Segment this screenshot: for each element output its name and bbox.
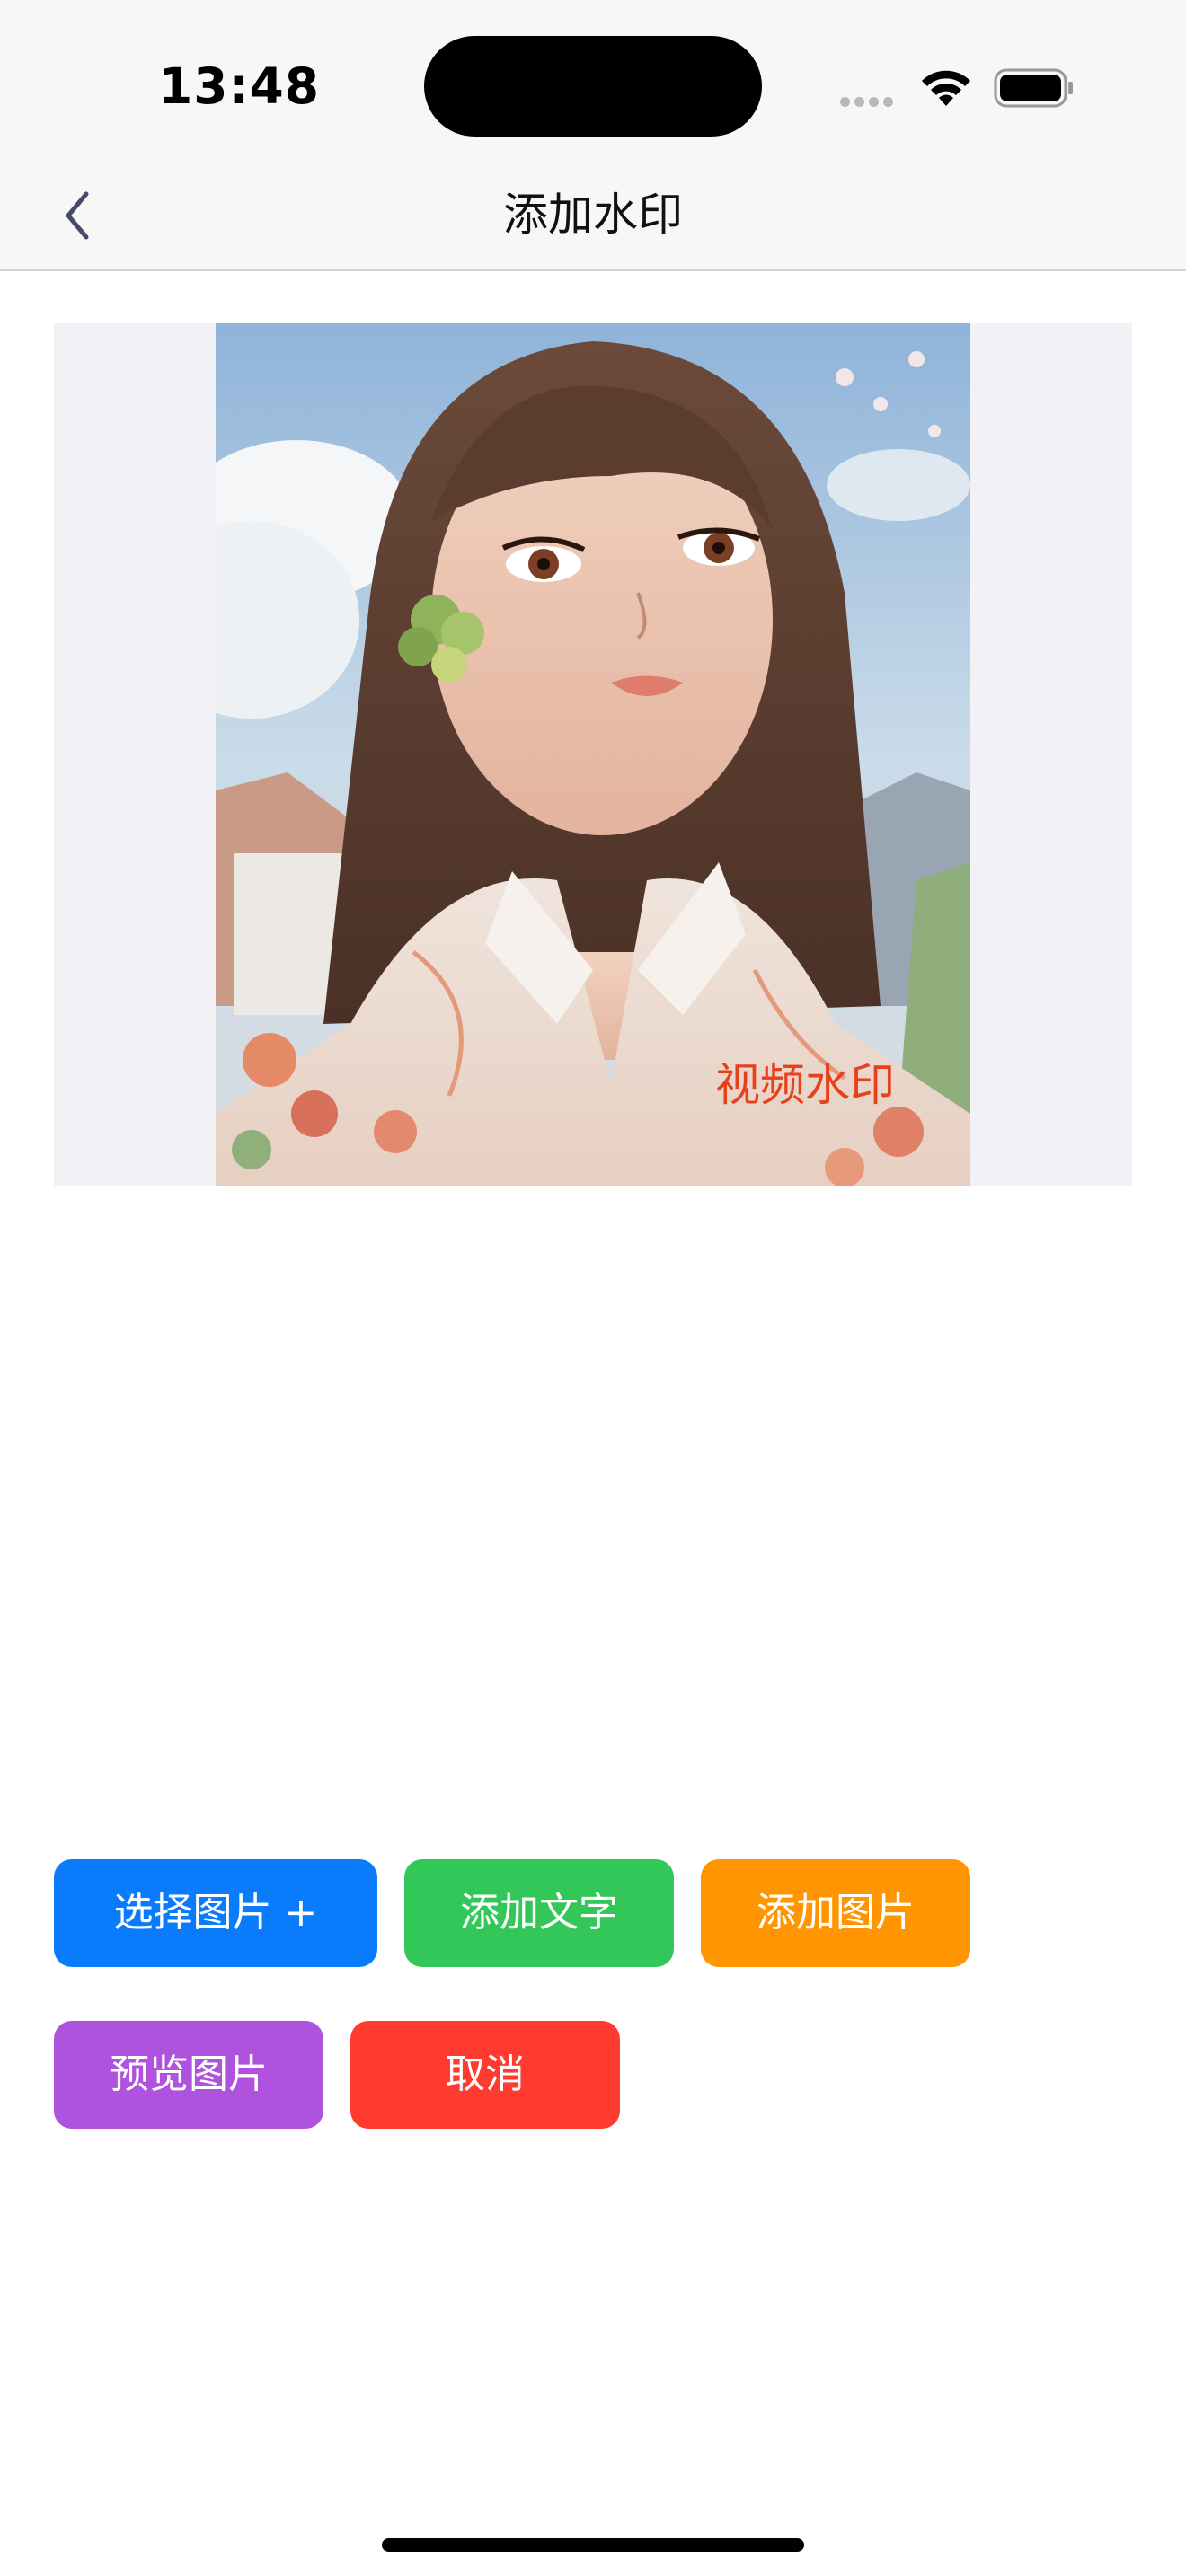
home-indicator[interactable] [382, 2538, 804, 2552]
preview-image-button[interactable]: 预览图片 [54, 2021, 323, 2129]
cellular-signal-icon [840, 93, 898, 110]
add-text-button[interactable]: 添加文字 [404, 1859, 674, 1967]
page-title: 添加水印 [503, 189, 683, 241]
preview-image: 视频水印 [216, 323, 970, 1186]
cancel-button[interactable]: 取消 [350, 2021, 620, 2129]
wifi-icon [918, 66, 974, 111]
status-time: 13:48 [158, 57, 321, 115]
image-preview-frame: 视频水印 [54, 323, 1132, 1186]
dynamic-island [424, 36, 762, 137]
status-bar: 13:48 [0, 0, 1186, 163]
select-image-button[interactable]: 选择图片 + [54, 1859, 377, 1967]
add-image-button[interactable]: 添加图片 [701, 1859, 970, 1967]
watermark-text[interactable]: 视频水印 [715, 1058, 895, 1112]
navigation-bar: 添加水印 [0, 163, 1186, 271]
battery-icon [994, 68, 1075, 111]
